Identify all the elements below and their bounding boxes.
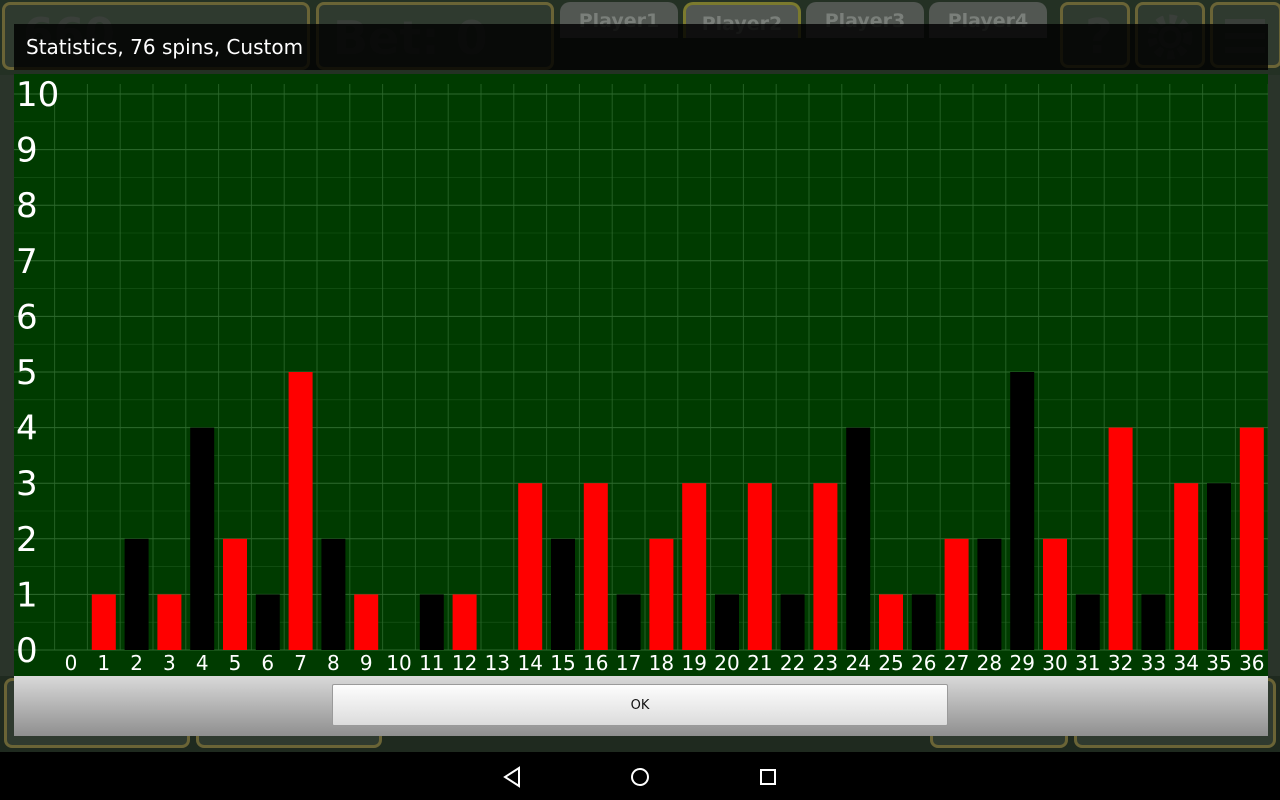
y-tick-label-10: 10	[16, 75, 59, 115]
bar-27	[944, 538, 969, 650]
android-nav-bar	[0, 752, 1280, 800]
bar-26	[911, 594, 936, 650]
bar-21	[747, 483, 772, 650]
x-tick-label-3: 3	[163, 651, 176, 675]
x-tick-label-17: 17	[616, 651, 641, 675]
bar-4	[190, 427, 215, 650]
y-tick-label-8: 8	[16, 186, 38, 226]
x-tick-label-22: 22	[780, 651, 805, 675]
x-tick-label-12: 12	[452, 651, 477, 675]
ok-button[interactable]: OK	[332, 684, 948, 726]
statistics-dialog: Statistics, 76 spins, Custom 01234567891…	[14, 24, 1268, 736]
y-tick-label-1: 1	[16, 575, 38, 615]
bar-15	[551, 538, 575, 650]
x-tick-label-25: 25	[878, 651, 903, 675]
bar-20	[715, 594, 739, 650]
dialog-title: Statistics, 76 spins, Custom	[14, 24, 1268, 70]
x-tick-label-30: 30	[1042, 651, 1067, 675]
x-tick-label-20: 20	[714, 651, 739, 675]
bar-29	[1010, 372, 1035, 650]
bar-11	[419, 594, 444, 650]
bar-22	[780, 594, 805, 650]
y-tick-label-7: 7	[16, 242, 38, 282]
x-tick-label-2: 2	[130, 651, 143, 675]
bar-17	[616, 594, 641, 650]
bar-3	[157, 594, 182, 650]
y-tick-label-2: 2	[16, 520, 38, 560]
bar-32	[1108, 427, 1133, 650]
statistics-bar-chart: 012345678910 0 1 2 3 4 5 6 7 8 9 10 11 12 13 14 15 16 17 1…	[14, 75, 1268, 675]
dialog-button-bar: OK	[14, 676, 1268, 736]
bar-6	[255, 594, 280, 650]
bar-7	[288, 372, 313, 650]
right-edge	[1266, 75, 1280, 680]
bar-14	[518, 483, 543, 650]
x-tick-label-33: 33	[1141, 651, 1166, 675]
x-tick-label-7: 7	[294, 651, 307, 675]
x-tick-label-24: 24	[845, 651, 870, 675]
recents-icon[interactable]	[755, 764, 781, 790]
x-tick-label-21: 21	[747, 651, 772, 675]
x-tick-label-9: 9	[360, 651, 373, 675]
home-icon[interactable]	[627, 764, 653, 790]
bar-36	[1239, 427, 1264, 650]
bar-2	[124, 538, 149, 650]
x-tick-label-32: 32	[1108, 651, 1133, 675]
bar-28	[977, 538, 1002, 650]
bar-19	[682, 483, 707, 650]
x-tick-label-28: 28	[977, 651, 1002, 675]
x-tick-label-6: 6	[261, 651, 274, 675]
y-tick-label-3: 3	[16, 464, 38, 504]
bar-8	[321, 538, 346, 650]
y-tick-label-4: 4	[16, 409, 38, 449]
y-tick-label-0: 0	[16, 631, 38, 671]
x-tick-label-1: 1	[97, 651, 110, 675]
y-tick-label-9: 9	[16, 131, 38, 171]
y-tick-label-6: 6	[16, 297, 38, 337]
x-tick-label-19: 19	[681, 651, 706, 675]
x-tick-label-15: 15	[550, 651, 575, 675]
x-tick-label-13: 13	[485, 651, 510, 675]
x-tick-label-26: 26	[911, 651, 936, 675]
x-tick-label-18: 18	[649, 651, 674, 675]
bar-34	[1174, 483, 1199, 650]
left-edge	[0, 75, 15, 680]
bar-33	[1141, 594, 1166, 650]
x-tick-labels: 0 1 2 3 4 5 6 7 8 9 10 11 12 13 14 15 16 17 18 19 20 21 22 23 24…	[65, 651, 1265, 675]
bar-5	[223, 538, 247, 650]
x-tick-label-36: 36	[1239, 651, 1264, 675]
bar-1	[91, 594, 116, 650]
bar-9	[354, 594, 379, 650]
x-tick-label-14: 14	[517, 651, 542, 675]
bar-35	[1207, 483, 1231, 650]
back-icon[interactable]	[499, 764, 525, 790]
x-tick-label-34: 34	[1173, 651, 1198, 675]
chart-panel: 0 1 2 3 4 5 6 7 8 9 10 0 1 2 3 4 5 6 7 8 9 10 11 12 13 14 15 16 17 1…	[14, 74, 1268, 702]
bar-31	[1075, 594, 1100, 650]
x-tick-label-0: 0	[65, 651, 78, 675]
x-tick-label-16: 16	[583, 651, 608, 675]
x-tick-label-27: 27	[944, 651, 969, 675]
y-tick-labels: 0 1 2 3 4 5 6 7 8 9 10	[16, 75, 59, 671]
bar-12	[452, 594, 477, 650]
bar-24	[846, 427, 871, 650]
x-tick-label-29: 29	[1009, 651, 1034, 675]
x-tick-label-8: 8	[327, 651, 340, 675]
bar-30	[1043, 538, 1067, 650]
x-tick-label-11: 11	[419, 651, 444, 675]
x-tick-label-35: 35	[1206, 651, 1231, 675]
x-tick-label-31: 31	[1075, 651, 1100, 675]
x-tick-label-10: 10	[386, 651, 411, 675]
y-tick-label-5: 5	[16, 353, 38, 393]
bar-25	[879, 594, 903, 650]
bar-16	[583, 483, 608, 650]
x-tick-label-23: 23	[813, 651, 838, 675]
bar-23	[813, 483, 838, 650]
x-tick-label-5: 5	[229, 651, 242, 675]
bar-18	[649, 538, 674, 650]
x-tick-label-4: 4	[196, 651, 209, 675]
